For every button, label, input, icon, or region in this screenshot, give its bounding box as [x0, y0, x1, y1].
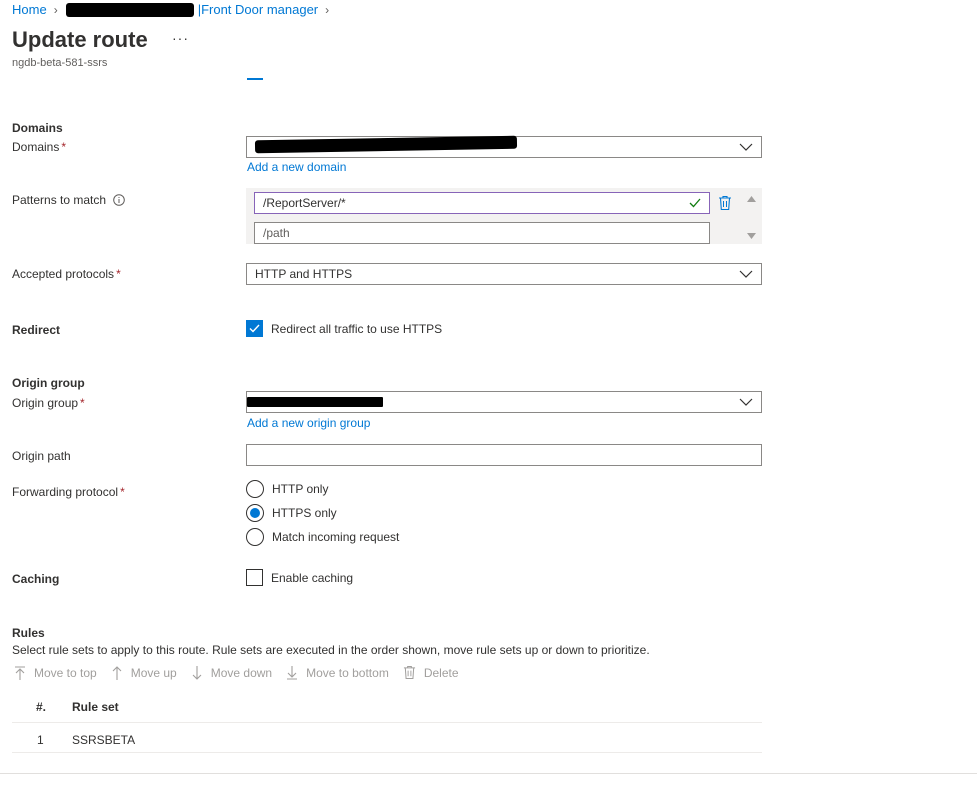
checkmark-icon: [689, 198, 701, 208]
accepted-protocols-dropdown[interactable]: HTTP and HTTPS: [246, 263, 762, 285]
column-header-rule-set: Rule set: [72, 700, 119, 714]
radio-unselected-icon[interactable]: [246, 480, 264, 498]
origin-path-input[interactable]: [246, 444, 762, 466]
move-to-bottom-label: Move to bottom: [306, 665, 389, 680]
redacted-domain: [254, 135, 518, 153]
redacted-breadcrumb: [65, 2, 194, 17]
scroll-indicator: [247, 78, 263, 80]
move-to-top-label: Move to top: [34, 665, 97, 680]
radio-match-incoming-label: Match incoming request: [272, 530, 400, 544]
radio-https-only-label: HTTPS only: [272, 506, 337, 520]
delete-label: Delete: [423, 665, 459, 680]
add-new-origin-group-link[interactable]: Add a new origin group: [247, 416, 370, 430]
add-new-domain-link[interactable]: Add a new domain: [247, 160, 346, 174]
move-up-button[interactable]: Move up: [111, 666, 177, 680]
move-up-label: Move up: [130, 665, 177, 680]
radio-https-only[interactable]: HTTPS only: [246, 504, 337, 522]
redirect-checkbox-label: Redirect all traffic to use HTTPS: [271, 321, 443, 336]
caching-checkbox[interactable]: Enable caching: [246, 569, 353, 586]
move-down-label: Move down: [210, 665, 273, 680]
domains-section-title: Domains: [12, 121, 63, 135]
radio-match-incoming[interactable]: Match incoming request: [246, 528, 399, 546]
domains-label: Domains *: [12, 140, 67, 154]
radio-unselected-icon[interactable]: [246, 528, 264, 546]
accepted-protocols-label: Accepted protocols *: [12, 267, 121, 281]
chevron-right-icon: ›: [53, 2, 58, 17]
pattern-new-input[interactable]: /path: [254, 222, 710, 244]
redacted-origin-group: [247, 397, 383, 407]
scroll-up-icon[interactable]: [747, 196, 756, 202]
more-options-icon[interactable]: ···: [172, 30, 189, 46]
patterns-label: Patterns to match: [12, 193, 125, 207]
origin-group-label: Origin group *: [12, 396, 85, 410]
radio-selected-icon[interactable]: [246, 504, 264, 522]
pattern-input[interactable]: /ReportServer/*: [254, 192, 710, 214]
move-down-button[interactable]: Move down: [191, 665, 273, 680]
rules-section-title: Rules: [12, 626, 45, 640]
chevron-down-icon: [739, 143, 753, 151]
delete-button[interactable]: Delete: [403, 665, 459, 680]
radio-http-only-label: HTTP only: [272, 482, 329, 496]
trash-icon[interactable]: [718, 195, 732, 211]
redirect-checkbox[interactable]: Redirect all traffic to use HTTPS: [246, 320, 442, 337]
origin-group-dropdown[interactable]: [246, 391, 762, 413]
origin-group-section-title: Origin group: [12, 376, 85, 390]
move-to-top-icon: [15, 665, 25, 680]
move-to-top-button[interactable]: Move to top: [14, 666, 97, 680]
trash-icon: [403, 665, 415, 680]
chevron-down-icon: [739, 270, 753, 278]
rules-toolbar: Move to top Move up Move down Move to bo…: [14, 665, 473, 680]
row-rule-set-name: SSRSBETA: [72, 733, 136, 747]
caching-label: Caching: [12, 572, 60, 586]
chevron-right-icon: ›: [325, 2, 330, 17]
redirect-label: Redirect: [12, 323, 61, 337]
caching-checkbox-label: Enable caching: [271, 570, 354, 585]
footer-divider: [0, 773, 977, 774]
table-row[interactable]: 1 SSRSBETA: [12, 724, 762, 753]
breadcrumb-front-door-manager[interactable]: |Front Door manager: [198, 2, 318, 17]
page-title: Update route: [12, 27, 148, 52]
arrow-down-icon: [192, 665, 202, 680]
column-header-number: #.: [36, 700, 47, 714]
radio-http-only[interactable]: HTTP only: [246, 480, 328, 498]
rules-description: Select rule sets to apply to this route.…: [12, 643, 650, 657]
forwarding-protocol-label: Forwarding protocol *: [12, 485, 125, 499]
checkbox-checked-icon[interactable]: [246, 320, 263, 337]
row-number: 1: [37, 733, 44, 747]
move-to-bottom-icon: [287, 665, 298, 680]
domains-dropdown[interactable]: [246, 135, 762, 158]
info-icon[interactable]: [113, 194, 125, 206]
chevron-down-icon: [739, 398, 753, 406]
scroll-down-icon[interactable]: [747, 233, 756, 239]
move-to-bottom-button[interactable]: Move to bottom: [286, 665, 389, 680]
breadcrumb-home[interactable]: Home: [12, 2, 47, 17]
page-subtitle: ngdb-beta-581-ssrs: [12, 57, 108, 69]
checkbox-unchecked-icon[interactable]: [246, 569, 263, 586]
arrow-up-icon: [112, 665, 122, 680]
origin-path-label: Origin path: [12, 449, 71, 463]
rules-grid-header: #. Rule set: [12, 698, 762, 723]
breadcrumb: Home › |Front Door manager ›: [12, 2, 337, 17]
